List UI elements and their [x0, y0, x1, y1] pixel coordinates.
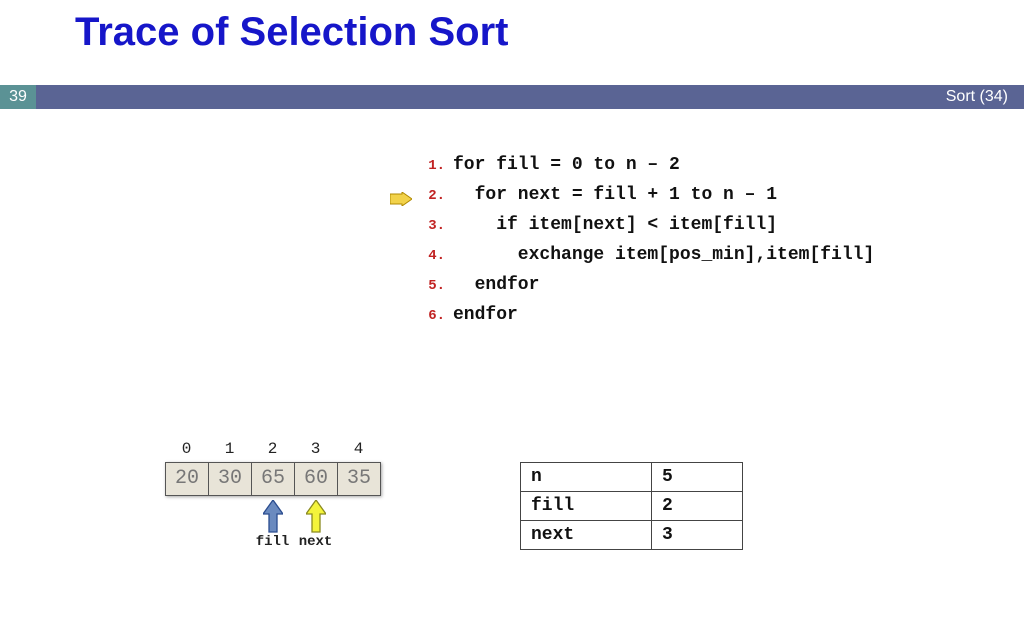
next-pointer-arrow-icon: [306, 500, 326, 534]
code-line: 3. if item[next] < item[fill]: [415, 215, 874, 245]
array-index: 1: [208, 440, 251, 458]
array-cell: 20: [166, 463, 209, 495]
array-index: 2: [251, 440, 294, 458]
code-line: 6. endfor: [415, 305, 874, 335]
code-line-text: endfor: [453, 305, 518, 325]
table-row: n 5: [521, 463, 743, 492]
current-line-marker-icon: [390, 192, 412, 206]
var-value: 5: [652, 463, 743, 492]
var-value: 2: [652, 492, 743, 521]
code-line-text: for fill = 0 to n – 2: [453, 155, 680, 175]
array-index-row: 0 1 2 3 4: [165, 440, 381, 458]
slide-title: Trace of Selection Sort: [75, 10, 508, 55]
code-line-text: endfor: [453, 275, 539, 295]
pseudocode-block: 1. for fill = 0 to n – 2 2. for next = fi…: [415, 155, 874, 335]
array-index: 4: [337, 440, 380, 458]
code-line-number: 3.: [415, 218, 445, 234]
var-name: next: [521, 521, 652, 550]
variables-table: n 5 fill 2 next 3: [520, 462, 743, 550]
code-line: 2. for next = fill + 1 to n – 1: [415, 185, 874, 215]
footer-label: Sort (34): [946, 85, 1008, 109]
code-line: 4. exchange item[pos_min],item[fill]: [415, 245, 874, 275]
code-line-number: 1.: [415, 158, 445, 174]
table-row: next 3: [521, 521, 743, 550]
pointer-label-row: fill next: [165, 534, 381, 550]
var-name: fill: [521, 492, 652, 521]
pointer-row: [165, 500, 381, 534]
code-line-text: for next = fill + 1 to n – 1: [453, 185, 777, 205]
slide-number: 39: [0, 85, 36, 109]
array-index: 0: [165, 440, 208, 458]
code-line: 1. for fill = 0 to n – 2: [415, 155, 874, 185]
code-line-number: 2.: [415, 188, 445, 204]
array-cell: 65: [252, 463, 295, 495]
header-bar: [0, 85, 1024, 109]
table-row: fill 2: [521, 492, 743, 521]
array-visual: 0 1 2 3 4 20 30 65 60 35 fill next: [165, 440, 381, 550]
var-value: 3: [652, 521, 743, 550]
next-pointer-label: next: [294, 534, 337, 550]
fill-pointer-arrow-icon: [263, 500, 283, 534]
code-line: 5. endfor: [415, 275, 874, 305]
array-cells: 20 30 65 60 35: [165, 462, 381, 496]
fill-pointer-label: fill: [251, 534, 294, 550]
array-cell: 35: [338, 463, 380, 495]
code-line-number: 6.: [415, 308, 445, 324]
code-line-number: 4.: [415, 248, 445, 264]
array-index: 3: [294, 440, 337, 458]
var-name: n: [521, 463, 652, 492]
array-cell: 30: [209, 463, 252, 495]
code-line-text: if item[next] < item[fill]: [453, 215, 777, 235]
array-cell: 60: [295, 463, 338, 495]
code-line-text: exchange item[pos_min],item[fill]: [453, 245, 874, 265]
code-line-number: 5.: [415, 278, 445, 294]
